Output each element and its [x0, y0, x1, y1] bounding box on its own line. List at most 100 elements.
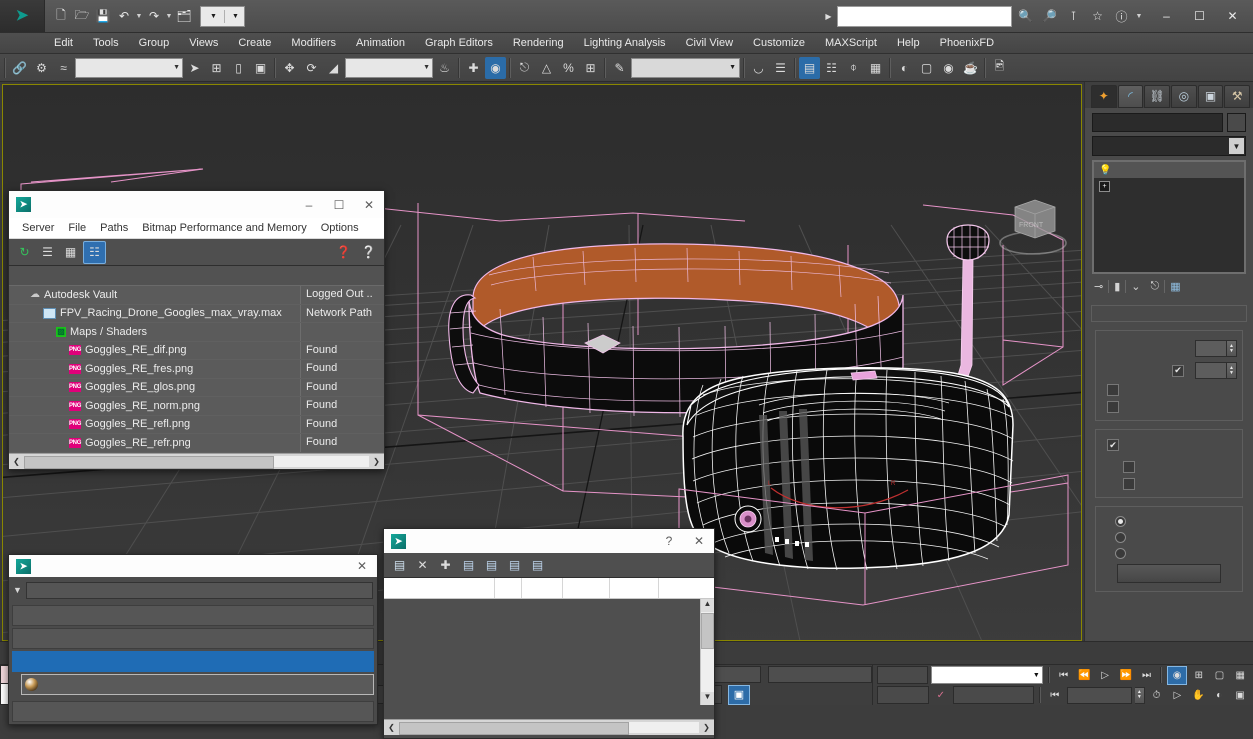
- layer-scroll-thumb[interactable]: [701, 613, 714, 649]
- material-map-browser-window[interactable]: ➤ ✕ ▼: [8, 554, 378, 725]
- layer-manager-icon[interactable]: ▤: [799, 56, 820, 79]
- menu-item-edit[interactable]: Edit: [44, 33, 83, 53]
- list-view-icon[interactable]: ☰: [37, 242, 58, 263]
- column-header-current[interactable]: [495, 578, 522, 598]
- display-tab[interactable]: ▣: [1197, 84, 1224, 108]
- play-animation-icon[interactable]: ▷: [1096, 667, 1114, 684]
- menu-item-group[interactable]: Group: [129, 33, 180, 53]
- menu-item-graph-editors[interactable]: Graph Editors: [415, 33, 503, 53]
- schematic-view-icon[interactable]: ▦: [865, 57, 886, 79]
- asset-row[interactable]: PNG Goggles_RE_glos.png Found: [9, 378, 384, 397]
- object-name-input[interactable]: [1092, 113, 1223, 132]
- undo-dropdown-icon[interactable]: ▼: [135, 13, 143, 20]
- layer-close-button[interactable]: ✕: [684, 529, 714, 553]
- asset-menu-paths[interactable]: Paths: [93, 219, 135, 237]
- scroll-right-icon[interactable]: ❯: [369, 457, 384, 466]
- bind-space-warp-icon[interactable]: ≈: [53, 57, 74, 79]
- key-mode-toggle-icon[interactable]: ⏮: [1046, 687, 1064, 704]
- hierarchy-tab[interactable]: ⛓: [1144, 84, 1171, 108]
- save-file-icon[interactable]: 💾: [93, 5, 113, 27]
- layer-hscrollbar[interactable]: ❮ ❯: [384, 719, 714, 735]
- scene-material-item[interactable]: [21, 674, 374, 695]
- remove-modifier-icon[interactable]: ⎋: [1151, 280, 1160, 293]
- search-expand-icon[interactable]: ▶: [823, 12, 834, 21]
- layer-list[interactable]: [384, 599, 714, 601]
- edit-named-selection-sets-icon[interactable]: ✎: [609, 57, 630, 79]
- scroll-track[interactable]: [24, 455, 369, 469]
- create-tab[interactable]: ✦: [1091, 84, 1117, 108]
- layer-help-button[interactable]: ?: [654, 529, 684, 553]
- update-always-radio[interactable]: [1115, 516, 1126, 527]
- scroll-thumb[interactable]: [24, 455, 275, 469]
- column-header-layers[interactable]: [384, 578, 495, 598]
- layer-manager-window[interactable]: ➤ ? ✕ ▤ ✕ ✚ ▤ ▤ ▤ ▤ ▲ ▼ ❮ ❯: [383, 528, 715, 739]
- keyword-search-input[interactable]: [837, 5, 1012, 27]
- snap-toggle-icon[interactable]: ◉: [485, 56, 506, 79]
- align-icon[interactable]: ☰: [770, 57, 791, 79]
- menu-item-maxscript[interactable]: MAXScript: [815, 33, 887, 53]
- update-when-rendering-radio[interactable]: [1115, 532, 1126, 543]
- smooth-result-row[interactable]: ✔: [1101, 439, 1237, 451]
- close-button[interactable]: ✕: [1216, 1, 1249, 31]
- group-scene-materials[interactable]: [12, 651, 374, 672]
- column-header-freeze[interactable]: [563, 578, 610, 598]
- select-by-name-icon[interactable]: ⊞: [206, 57, 227, 79]
- menu-item-tools[interactable]: Tools: [83, 33, 129, 53]
- workspace-dropdown-icon[interactable]: ▼: [232, 13, 239, 20]
- column-header-render[interactable]: [610, 578, 659, 598]
- motion-tab[interactable]: ◎: [1171, 84, 1197, 108]
- asset-tracking-window[interactable]: ➤ – ☐ ✕ Server File Paths Bitmap Performanc…: [8, 190, 385, 470]
- thumbnail-view-icon[interactable]: ▦: [60, 242, 81, 263]
- menu-item-customize[interactable]: Customize: [743, 33, 815, 53]
- measure-icon[interactable]: ⊺: [1063, 6, 1084, 27]
- current-frame-field[interactable]: [1066, 686, 1133, 704]
- key-filters-button[interactable]: [952, 686, 1034, 704]
- grid-view-icon[interactable]: ☷: [83, 240, 106, 264]
- column-header-hide[interactable]: [522, 578, 563, 598]
- modify-tab[interactable]: ◜: [1117, 84, 1144, 108]
- asset-row[interactable]: FPV_Racing_Drone_Googles_max_vray.max Net…: [9, 304, 384, 323]
- project-folder-icon[interactable]: 🗂: [174, 5, 194, 27]
- render-iters-spinner[interactable]: ▲ ▼: [1195, 362, 1237, 379]
- explicit-normals-row[interactable]: [1101, 401, 1237, 413]
- configure-modifier-sets-icon[interactable]: ▦: [1170, 280, 1180, 293]
- object-color-swatch[interactable]: [1227, 113, 1246, 132]
- menu-item-phoenixfd[interactable]: PhoenixFD: [930, 33, 1004, 53]
- asset-row[interactable]: PNG Goggles_RE_norm.png Found: [9, 397, 384, 416]
- minimize-button[interactable]: –: [1150, 1, 1183, 31]
- asset-row[interactable]: PNG Goggles_RE_dif.png Found: [9, 341, 384, 360]
- utilities-tab[interactable]: ⚒: [1224, 84, 1251, 108]
- rendered-frame-window-icon[interactable]: ◉: [938, 57, 959, 79]
- select-and-rotate-icon[interactable]: ⟳: [301, 57, 322, 79]
- help-dropdown-icon[interactable]: ▼: [1135, 13, 1143, 20]
- asset-tracking-hscrollbar[interactable]: ❮ ❯: [9, 452, 384, 469]
- add-time-tag-icon[interactable]: ▣: [728, 684, 750, 705]
- rollout-title-bar[interactable]: [1091, 305, 1247, 322]
- update-when-rendering-row[interactable]: [1101, 532, 1237, 543]
- select-and-manipulate-icon[interactable]: ✚: [463, 57, 484, 79]
- workspace-selector[interactable]: ▼ ▼: [200, 5, 245, 27]
- go-to-start-icon[interactable]: ⏮: [1055, 667, 1073, 684]
- help-icon[interactable]: ⓘ: [1111, 6, 1132, 27]
- snaps-toggle-3-icon[interactable]: ⎋: [514, 57, 535, 79]
- select-object-icon[interactable]: ➤: [184, 57, 205, 79]
- update-manually-row[interactable]: [1101, 548, 1237, 559]
- menu-item-help[interactable]: Help: [887, 33, 930, 53]
- hide-unhide-layer-icon[interactable]: ▤: [527, 555, 548, 576]
- lightbulb-icon[interactable]: 💡: [1099, 165, 1111, 176]
- asset-tracking-close-button[interactable]: ✕: [354, 191, 384, 218]
- delete-layer-icon[interactable]: ✕: [412, 555, 433, 576]
- select-objects-in-layer-icon[interactable]: ▤: [458, 555, 479, 576]
- menu-item-views[interactable]: Views: [179, 33, 228, 53]
- modifier-list-dropdown[interactable]: ▼: [1092, 136, 1246, 156]
- curve-editor-icon[interactable]: ⌽: [843, 57, 864, 79]
- update-manually-radio[interactable]: [1115, 548, 1126, 559]
- column-header-color[interactable]: [659, 578, 701, 598]
- search-binoculars-icon[interactable]: 🔍: [1015, 6, 1036, 27]
- select-link-icon[interactable]: 🔗: [9, 57, 30, 79]
- update-always-row[interactable]: [1101, 516, 1237, 527]
- render-production-icon[interactable]: ☕: [960, 57, 981, 79]
- named-selection-set-input[interactable]: ▼: [631, 57, 740, 78]
- asset-tracking-minimize-button[interactable]: –: [294, 191, 324, 218]
- browser-options-icon[interactable]: ▼: [13, 585, 22, 595]
